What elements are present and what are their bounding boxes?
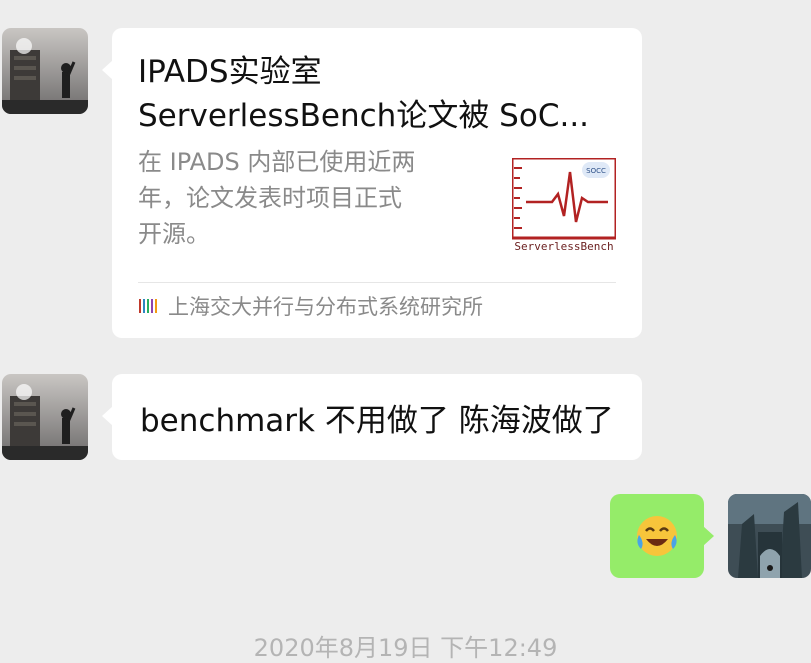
avatar-photo [728, 494, 811, 578]
emoji-message[interactable] [610, 494, 714, 578]
card-source-name: 上海交大并行与分布式系统研究所 [168, 295, 483, 319]
publisher-logo-icon [139, 299, 157, 313]
card-divider [138, 282, 616, 283]
text-message[interactable]: benchmark 不用做了 陈海波做了 [102, 374, 642, 460]
thumbnail-badge: SOCC [586, 167, 606, 175]
message-text: benchmark 不用做了 陈海波做了 [140, 402, 614, 439]
thumbnail-caption: ServerlessBench [514, 240, 613, 252]
bubble-tail [703, 526, 714, 546]
card-source: 上海交大并行与分布式系统研究所 [138, 290, 483, 322]
bubble-tail [102, 60, 113, 80]
link-card-message[interactable]: IPADS实验室 ServerlessBench论文被 SoC... 在 IPA… [102, 28, 642, 338]
avatar-self[interactable] [728, 494, 811, 578]
avatar[interactable] [2, 374, 88, 460]
crying-laughing-emoji-icon [637, 516, 677, 556]
avatar[interactable] [2, 28, 88, 114]
card-description: 在 IPADS 内部已使用近两 年，论文发表时项目正式 开源。 [138, 148, 416, 248]
card-title: IPADS实验室 ServerlessBench论文被 SoC... [138, 54, 590, 134]
timestamp: 2020年8月19日 下午12:49 [253, 634, 558, 662]
avatar-photo [2, 28, 88, 114]
card-thumbnail: SOCC ServerlessBench [510, 156, 618, 253]
bubble-tail [102, 406, 113, 426]
avatar-photo [2, 374, 88, 460]
